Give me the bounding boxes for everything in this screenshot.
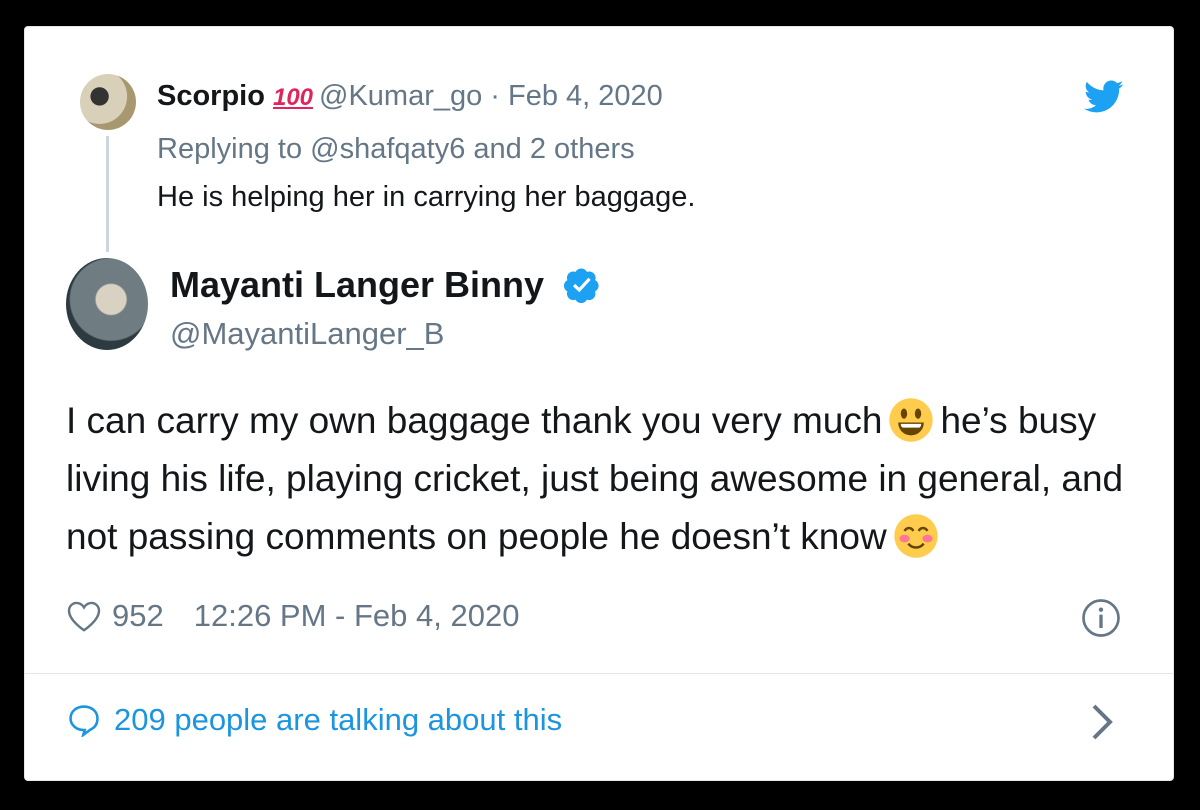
hundred-points-emoji-icon: 100: [272, 84, 314, 111]
author-avatar[interactable]: [66, 258, 148, 350]
speech-bubble-icon: [69, 705, 99, 737]
info-icon[interactable]: [1081, 598, 1121, 638]
like-count[interactable]: 952: [112, 598, 164, 634]
blush-emoji-icon: [893, 514, 938, 558]
conversation-link[interactable]: 209 people are talking about this: [66, 702, 562, 738]
footer-divider: [24, 673, 1174, 674]
reply-handle-date[interactable]: @Kumar_go · Feb 4, 2020: [319, 80, 663, 112]
conversation-count-text[interactable]: 209 people are talking about this: [114, 702, 562, 738]
tweet-meta: 952 12:26 PM - Feb 4, 2020: [66, 598, 519, 634]
author-handle[interactable]: @MayantiLanger_B: [170, 316, 444, 352]
tweet-text: I can carry my own baggage thank you ver…: [66, 392, 1136, 566]
verified-badge-icon: [563, 268, 599, 304]
reply-author-name[interactable]: Scorpio: [157, 80, 265, 112]
heart-icon[interactable]: [66, 599, 102, 633]
replying-to-line[interactable]: Replying to @shafqaty6 and 2 others: [157, 133, 635, 166]
chevron-right-icon[interactable]: [1090, 702, 1114, 742]
smiley-emoji-icon: [889, 398, 934, 442]
tweet-text-part1: I can carry my own baggage thank you ver…: [66, 400, 883, 441]
reply-header: Scorpio 100 @Kumar_go · Feb 4, 2020: [157, 80, 663, 113]
tweet-timestamp[interactable]: 12:26 PM - Feb 4, 2020: [194, 598, 520, 634]
reply-avatar[interactable]: [80, 74, 136, 130]
twitter-bird-icon[interactable]: [1084, 80, 1124, 114]
reply-text: He is helping her in carrying her baggag…: [157, 181, 696, 213]
author-name[interactable]: Mayanti Langer Binny: [170, 264, 544, 306]
thread-connector-line: [106, 136, 109, 252]
